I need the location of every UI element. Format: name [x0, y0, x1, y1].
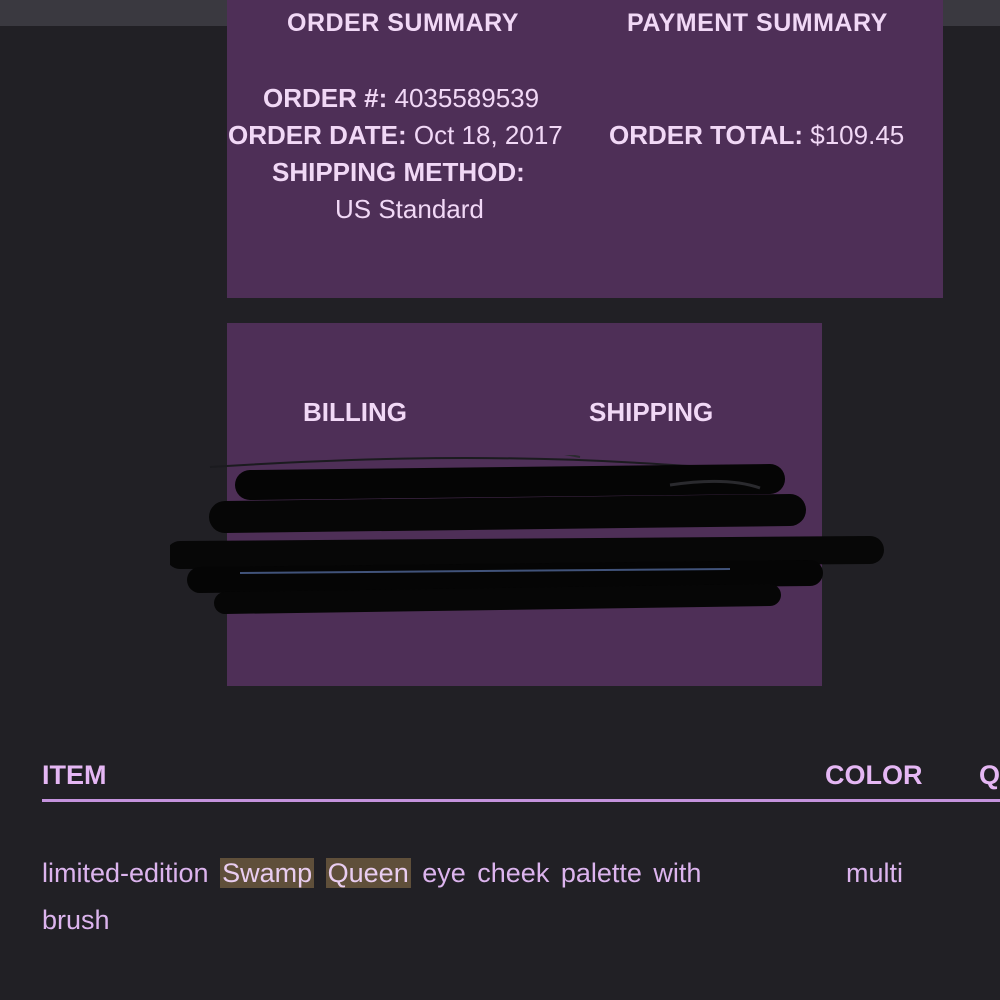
column-header-color: COLOR — [825, 760, 923, 790]
item-desc-before: limited-edition — [42, 858, 209, 888]
items-table-header: ITEM COLOR Q — [42, 760, 1000, 800]
order-number-line: ORDER #: 4035589539 — [263, 83, 539, 114]
order-date-value: Oct 18, 2017 — [413, 120, 563, 150]
summary-panel: ORDER SUMMARY PAYMENT SUMMARY ORDER #: 4… — [227, 0, 943, 298]
shipping-method-value: US Standard — [335, 194, 484, 224]
order-total-line: ORDER TOTAL: $109.45 — [609, 120, 904, 151]
item-color-value: multi — [846, 858, 904, 888]
shipping-method-label: SHIPPING METHOD: — [272, 157, 525, 187]
column-header-quantity: Q — [979, 760, 1000, 790]
order-summary-heading: ORDER SUMMARY — [287, 9, 519, 37]
order-date-label: ORDER DATE: — [228, 120, 407, 150]
search-highlight-swamp: Swamp — [220, 858, 315, 888]
order-number-value: 4035589539 — [394, 83, 540, 113]
order-total-label: ORDER TOTAL: — [609, 120, 804, 150]
column-header-item: ITEM — [42, 760, 107, 790]
search-highlight-queen: Queen — [325, 858, 411, 888]
order-date-line: ORDER DATE: Oct 18, 2017 — [228, 120, 563, 151]
payment-summary-heading: PAYMENT SUMMARY — [627, 9, 888, 37]
order-number-label: ORDER #: — [263, 83, 388, 113]
header-divider — [42, 799, 1000, 802]
order-total-value: $109.45 — [810, 120, 905, 150]
email-page: ORDER SUMMARY PAYMENT SUMMARY ORDER #: 4… — [0, 0, 1000, 1000]
item-description: limited-edition Swamp Queen eye cheek pa… — [42, 850, 742, 944]
redaction-scribble — [170, 455, 884, 614]
billing-heading: BILLING — [303, 397, 407, 427]
shipping-heading: SHIPPING — [589, 397, 714, 427]
